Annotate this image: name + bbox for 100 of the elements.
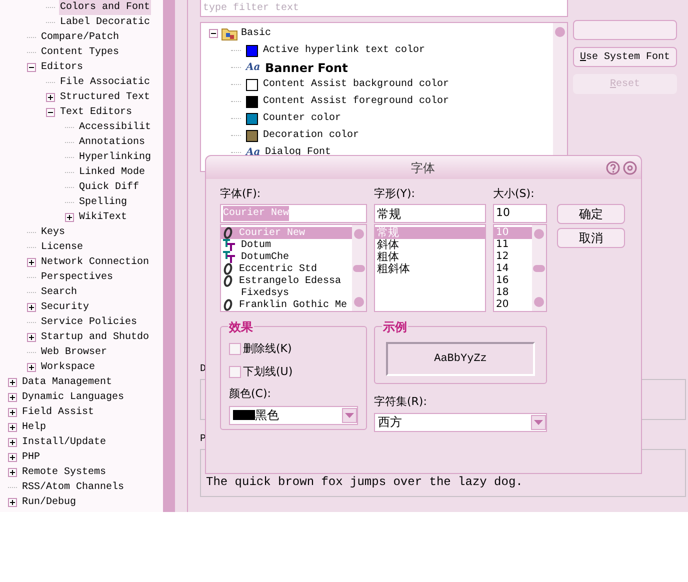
help-icon[interactable]	[606, 160, 620, 174]
tree-item[interactable]: Spelling	[78, 195, 128, 210]
dialog-title: 字体	[410, 160, 436, 176]
dialog-button[interactable]: 确定	[557, 204, 625, 224]
tree-item[interactable]: Startup and Shutdo	[40, 330, 150, 345]
tree-item[interactable]: Keys	[40, 225, 66, 240]
expand-icon[interactable]	[8, 438, 17, 447]
expand-icon[interactable]	[8, 393, 17, 402]
opentype-icon	[223, 275, 233, 287]
tree-item[interactable]: Perspectives	[40, 270, 114, 285]
preference-item[interactable]: Content Assist foreground color	[263, 94, 450, 109]
size-option[interactable]: 16	[494, 275, 532, 287]
tree-item[interactable]: Label Decoratic	[59, 15, 152, 30]
style-option[interactable]: 斜体	[375, 239, 485, 251]
dialog-button[interactable]: 取消	[557, 228, 625, 248]
scrollbar[interactable]	[352, 225, 366, 311]
preference-item[interactable]: Counter color	[263, 111, 342, 126]
tree-item[interactable]: Hyperlinking	[78, 150, 152, 165]
checkbox[interactable]	[229, 343, 241, 356]
preference-item[interactable]: Content Assist background color	[263, 77, 450, 92]
font-icon: Aa	[246, 60, 260, 75]
size-option[interactable]: 18	[494, 287, 532, 299]
size-option[interactable]: 11	[494, 239, 532, 251]
truetype-icon	[223, 251, 235, 263]
tree-item[interactable]: Text Editors	[59, 105, 134, 120]
tree-item[interactable]: Compare/Patch	[40, 30, 120, 45]
preference-item[interactable]: Decoration color	[263, 128, 360, 143]
tree-item[interactable]: Search	[40, 285, 78, 300]
side-button[interactable]: Use System Font	[573, 47, 677, 67]
color-dropdown[interactable]: 黑色	[229, 406, 358, 424]
font-option[interactable]: Dotum	[221, 239, 352, 251]
category-label[interactable]: Basic	[241, 26, 272, 41]
size-option[interactable]: 20	[494, 299, 532, 311]
style-field[interactable]: 常规	[374, 204, 486, 223]
font-option[interactable]: DotumChe	[221, 251, 352, 263]
tree-item[interactable]: File Associatic	[59, 75, 152, 90]
preference-item[interactable]: Active hyperlink text color	[263, 43, 426, 58]
expand-icon[interactable]	[8, 408, 17, 417]
collapse-icon[interactable]	[209, 29, 218, 38]
tree-item[interactable]: Annotations	[78, 135, 146, 150]
tree-item[interactable]: RSS/Atom Channels	[21, 480, 126, 495]
group-title: 效果	[228, 318, 254, 336]
charset-label: 字符集(R):	[374, 394, 428, 410]
tree-item[interactable]: License	[40, 240, 84, 255]
collapse-icon[interactable]	[46, 108, 55, 117]
tree-item[interactable]: Editors	[40, 60, 84, 75]
tree-item[interactable]: Field Assist	[21, 405, 96, 420]
tree-item[interactable]: Service Policies	[40, 315, 138, 330]
sample-preview: AaBbYyZz	[386, 342, 535, 376]
expand-icon[interactable]	[27, 363, 36, 372]
expand-icon[interactable]	[8, 423, 17, 432]
checkbox[interactable]	[229, 366, 241, 378]
folder-icon	[221, 26, 238, 40]
expand-icon[interactable]	[46, 93, 55, 102]
tree-item[interactable]: Data Management	[21, 375, 114, 390]
filter-field[interactable]: type filter text	[200, 0, 568, 17]
tree-item[interactable]: Dynamic Languages	[21, 390, 126, 405]
tree-item[interactable]: Help	[21, 420, 48, 435]
tree-item[interactable]: Quick Diff	[78, 180, 140, 195]
tree-item[interactable]: Install/Update	[21, 435, 108, 450]
tree-item[interactable]: WikiText	[78, 210, 128, 225]
font-option[interactable]: Eccentric Std	[221, 263, 352, 275]
tree-item[interactable]: Network Connection	[40, 255, 150, 270]
tree-item[interactable]: Security	[40, 300, 90, 315]
expand-icon[interactable]	[8, 498, 17, 507]
tree-item[interactable]: Remote Systems	[21, 465, 108, 480]
tree-item[interactable]: Accessibilit	[78, 120, 152, 135]
tree-item[interactable]: Run/Debug	[21, 495, 78, 510]
collapse-icon[interactable]	[27, 63, 36, 72]
font-option[interactable]: Estrangelo Edessa	[221, 275, 352, 287]
close-icon[interactable]	[623, 160, 637, 174]
size-field[interactable]: 10	[493, 204, 547, 223]
tree-item[interactable]: PHP	[21, 450, 42, 465]
expand-icon[interactable]	[8, 378, 17, 387]
expand-icon[interactable]	[8, 453, 17, 462]
tree-item[interactable]: Content Types	[40, 45, 120, 60]
color-value: 黑色	[255, 407, 280, 424]
tree-item[interactable]: Workspace	[40, 360, 96, 375]
scrollbar[interactable]	[532, 225, 546, 311]
font-label: 字体(F):	[220, 186, 262, 202]
group-title: 示例	[382, 318, 408, 336]
tree-item[interactable]: Colors and Font	[59, 0, 152, 15]
style-option[interactable]: 粗斜体	[375, 263, 485, 275]
preference-item[interactable]: Banner Font	[265, 58, 348, 76]
style-option[interactable]: 粗体	[375, 251, 485, 263]
expand-icon[interactable]	[27, 303, 36, 312]
expand-icon[interactable]	[27, 258, 36, 267]
tree-item[interactable]: Web Browser	[40, 345, 108, 360]
tree-item[interactable]: Structured Text	[59, 90, 152, 105]
font-option[interactable]: Fixedsys	[221, 287, 352, 299]
expand-icon[interactable]	[8, 468, 17, 477]
size-option[interactable]: 14	[494, 263, 532, 275]
expand-icon[interactable]	[27, 333, 36, 342]
scrollbar[interactable]	[163, 0, 175, 512]
size-label: 大小(S):	[493, 186, 536, 202]
expand-icon[interactable]	[65, 213, 74, 222]
size-option[interactable]: 12	[494, 251, 532, 263]
tree-item[interactable]: Linked Mode	[78, 165, 146, 180]
font-option[interactable]: Franklin Gothic Me	[221, 299, 352, 311]
charset-dropdown[interactable]: 西方	[374, 412, 547, 432]
